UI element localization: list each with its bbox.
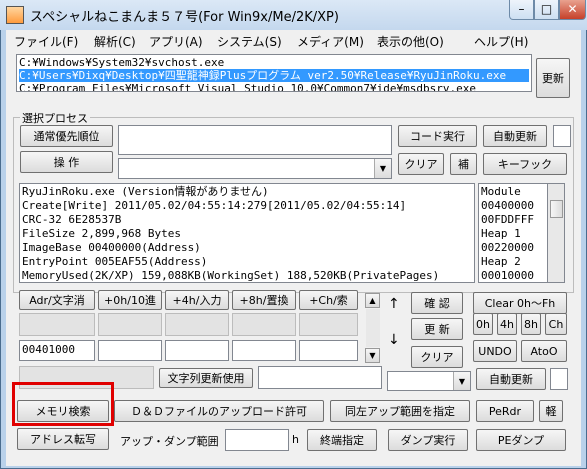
dump-range-input[interactable] xyxy=(225,429,289,451)
list-item[interactable]: Module xyxy=(481,185,521,199)
value-cell[interactable] xyxy=(98,313,162,336)
menu-system[interactable]: システム(S) xyxy=(217,33,282,50)
list-item[interactable]: Heap 1 xyxy=(481,227,521,241)
module-list[interactable]: Module 00400000 00FDDFFF Heap 1 00220000… xyxy=(478,183,548,283)
chevron-down-icon[interactable]: ▼ xyxy=(453,372,470,390)
value-cell[interactable] xyxy=(299,313,358,336)
undo-button[interactable]: UNDO xyxy=(473,340,517,362)
highlight-box xyxy=(12,382,114,426)
dd-upload-button[interactable]: Ｄ＆Ｄファイルのアップロード許可 xyxy=(114,400,324,422)
light-button[interactable]: 軽 xyxy=(539,400,563,422)
menu-file[interactable]: ファイル(F) xyxy=(14,33,78,50)
h0-decimal-button[interactable]: +0h/10進 xyxy=(98,290,162,310)
info-line: MemoryUsed(2K/XP) 159,088KB(WorkingSet) … xyxy=(22,269,440,282)
info-line: CRC-32 6E28537B xyxy=(22,213,122,226)
adr-char-button[interactable]: Adr/文字消 xyxy=(19,290,95,310)
process-list[interactable]: C:¥Windows¥System32¥svchost.exe C:¥Users… xyxy=(16,54,532,92)
down-arrow-icon[interactable]: ▼ xyxy=(365,348,380,363)
chevron-down-icon[interactable]: ▼ xyxy=(374,159,391,178)
info-line: Create[Write] 2011/05.02/04:55:14:279[20… xyxy=(22,199,407,212)
value-field[interactable] xyxy=(98,340,162,361)
up-arrow-icon[interactable]: ▲ xyxy=(365,293,380,308)
menu-app[interactable]: アプリ(A) xyxy=(149,33,203,50)
value-field[interactable] xyxy=(232,340,296,361)
module-scrollbar[interactable] xyxy=(548,183,565,283)
dump-exec-button[interactable]: ダンプ実行 xyxy=(388,429,468,451)
supplement-button[interactable]: 補 xyxy=(450,153,477,175)
clear-range-button[interactable]: Clear 0h〜Fh xyxy=(473,292,567,314)
process-info: RyuJinRoku.exe (Version情報がありません) Create[… xyxy=(19,183,475,283)
value-field[interactable] xyxy=(165,340,229,361)
h0-button[interactable]: 0h xyxy=(473,313,493,335)
clear-mid-button[interactable]: クリア xyxy=(411,346,463,368)
window-title: スペシャルねこまんま５７号(For Win9x/Me/2K/XP) xyxy=(30,10,339,25)
value-cell[interactable] xyxy=(19,313,95,336)
ato0-button[interactable]: AtoO xyxy=(521,340,567,362)
scrollbar-thumb[interactable] xyxy=(550,200,563,218)
update-mid-button[interactable]: 更 新 xyxy=(411,318,463,340)
address-field[interactable]: 00401000 xyxy=(19,340,95,361)
menu-analysis[interactable]: 解析(C) xyxy=(94,33,136,50)
list-item[interactable]: C:¥Program Files¥Microsoft Visual Studio… xyxy=(19,82,476,91)
perdr-button[interactable]: PeRdr xyxy=(476,400,534,422)
value-scroll-track[interactable] xyxy=(366,309,380,347)
cat-app-icon xyxy=(6,6,24,24)
auto-update-2-button[interactable]: 自動更新 xyxy=(476,368,546,390)
h8-replace-button[interactable]: +8h/置換 xyxy=(232,290,296,310)
info-line: EntryPoint 005EAF55(Address) xyxy=(22,255,208,268)
auto-update-interval[interactable] xyxy=(553,125,571,147)
info-line: FileSize 2,899,968 Bytes xyxy=(22,227,181,240)
down-arrow-icon: ↓ xyxy=(388,332,400,348)
maximize-button[interactable]: □ xyxy=(534,0,559,20)
string-combo[interactable]: ▼ xyxy=(387,371,471,391)
up-arrow-icon: ↑ xyxy=(388,296,400,312)
string-update-button[interactable]: 文字列更新使用 xyxy=(159,368,253,388)
pe-dump-button[interactable]: PEダンプ xyxy=(476,429,566,451)
list-item-selected[interactable]: C:¥Users¥Dixq¥Desktop¥四聖龍神録Plusプログラム ver… xyxy=(19,69,529,82)
address-transfer-button[interactable]: アドレス転写 xyxy=(17,428,109,450)
clear-button[interactable]: クリア xyxy=(398,153,444,175)
value-cell[interactable] xyxy=(232,313,296,336)
menu-display-other[interactable]: 表示の他(O) xyxy=(377,33,444,50)
list-item[interactable]: C:¥Windows¥System32¥svchost.exe xyxy=(19,56,224,69)
operate-button[interactable]: 操 作 xyxy=(20,151,113,173)
menu-media[interactable]: メディア(M) xyxy=(297,33,364,50)
h4-button[interactable]: 4h xyxy=(497,313,517,335)
hc-search-button[interactable]: +Ch/索 xyxy=(299,290,358,310)
select-process-label: 選択プロセス xyxy=(20,110,90,126)
value-field[interactable] xyxy=(299,340,358,361)
menu-help[interactable]: ヘルプ(H) xyxy=(474,33,528,50)
end-specify-button[interactable]: 終端指定 xyxy=(307,429,377,451)
command-combo[interactable]: ▼ xyxy=(118,158,392,179)
code-exec-button[interactable]: コード実行 xyxy=(398,125,477,147)
minimize-button[interactable]: – xyxy=(509,0,534,20)
h4-input-button[interactable]: +4h/入力 xyxy=(165,290,229,310)
auto-update-2-interval[interactable] xyxy=(550,368,568,390)
list-item[interactable]: 00FDDFFF xyxy=(481,213,534,227)
left-up-range-button[interactable]: 同左アップ範囲を指定 xyxy=(330,400,470,422)
string-input[interactable] xyxy=(258,366,382,389)
list-item[interactable]: 00400000 xyxy=(481,199,534,213)
info-line: ImageBase 00400000(Address) xyxy=(22,241,201,254)
command-input[interactable] xyxy=(118,125,392,155)
key-hook-button[interactable]: キーフック xyxy=(483,153,567,175)
confirm-button[interactable]: 確 認 xyxy=(411,292,463,314)
ch-button[interactable]: Ch xyxy=(545,313,567,335)
normal-priority-button[interactable]: 通常優先順位 xyxy=(20,125,113,147)
list-item[interactable]: 00010000 xyxy=(481,269,534,282)
info-line: RyuJinRoku.exe (Version情報がありません) xyxy=(22,185,269,198)
close-button[interactable]: ✕ xyxy=(559,0,586,20)
value-cell[interactable] xyxy=(165,313,229,336)
dump-range-label: アップ・ダンプ範囲 xyxy=(120,435,219,448)
auto-update-button[interactable]: 自動更新 xyxy=(483,125,547,147)
update-button[interactable]: 更新 xyxy=(536,58,570,98)
list-item[interactable]: Heap 2 xyxy=(481,255,521,269)
list-item[interactable]: 00220000 xyxy=(481,241,534,255)
hex-suffix-label: h xyxy=(292,433,299,446)
h8-button[interactable]: 8h xyxy=(521,313,541,335)
